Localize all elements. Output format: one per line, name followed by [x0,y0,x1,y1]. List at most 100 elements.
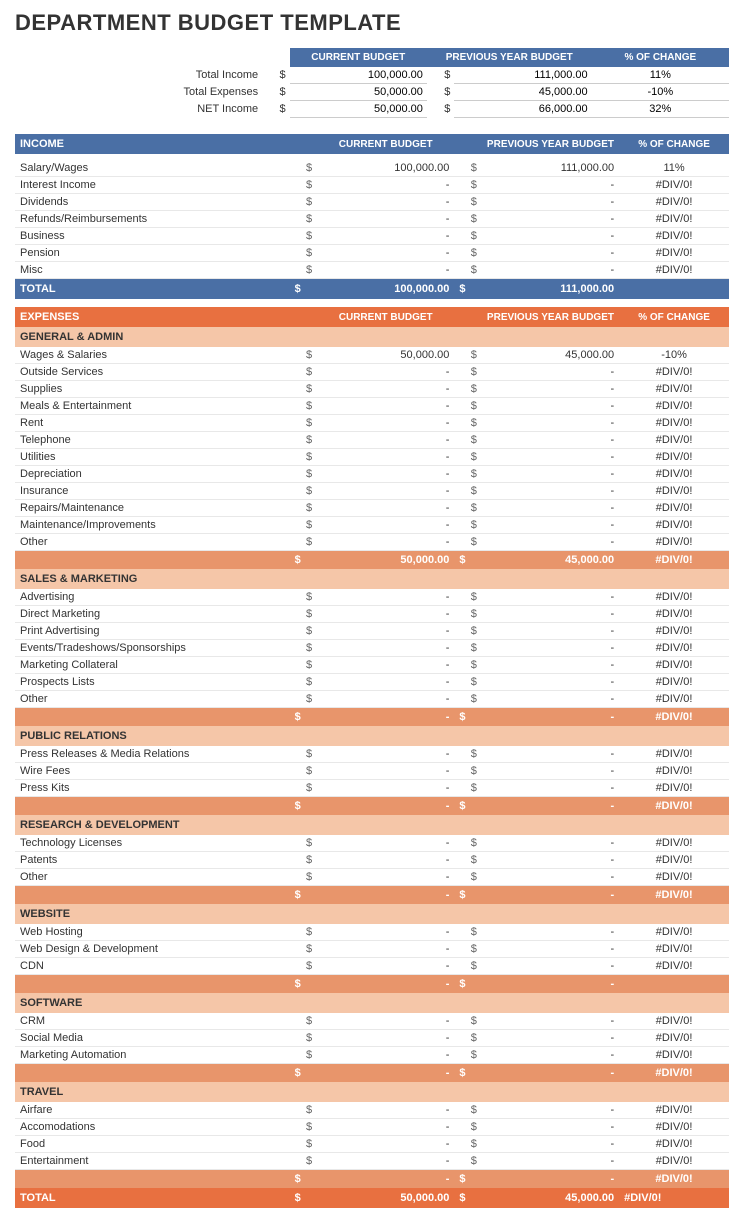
expenses-prev-val: - [482,381,619,398]
expenses-prev-val: - [482,466,619,483]
expenses-pct: #DIV/0! [619,1119,729,1136]
expenses-row-label: Patents [15,852,290,869]
expenses-prev-dollar: $ [454,691,481,708]
expenses-curr-val: - [317,958,454,975]
expenses-curr-val: - [317,415,454,432]
expenses-curr-dollar: $ [290,1013,317,1030]
expenses-row-label: Entertainment [15,1153,290,1170]
income-row: Salary/Wages $ 100,000.00 $ 111,000.00 1… [15,160,729,177]
income-pct: #DIV/0! [619,211,729,228]
expenses-curr-dollar: $ [290,1047,317,1064]
income-prev-dollar: $ [454,177,481,194]
income-total-pct [619,279,729,300]
income-total-curr-dollar: $ [290,279,317,300]
expenses-pct: #DIV/0! [619,483,729,500]
expenses-prev-dollar: $ [454,1047,481,1064]
expenses-row: Airfare $ - $ - #DIV/0! [15,1102,729,1119]
expenses-row-label: Direct Marketing [15,606,290,623]
expenses-row: Social Media $ - $ - #DIV/0! [15,1030,729,1047]
expenses-subtotal-prev: - [482,886,619,905]
expenses-subtotal-curr: - [317,1170,454,1189]
expenses-curr-dollar: $ [290,364,317,381]
summary-pct: -10% [592,84,729,101]
expenses-subtotal-prev: - [482,975,619,994]
expenses-curr-val: - [317,780,454,797]
summary-curr-val: 50,000.00 [290,84,427,101]
expenses-row-label: Advertising [15,589,290,606]
expenses-pct: #DIV/0! [619,1013,729,1030]
expenses-row-label: CRM [15,1013,290,1030]
summary-curr-dollar: $ [262,101,289,118]
expenses-row: CDN $ - $ - #DIV/0! [15,958,729,975]
expenses-prev-val: - [482,1013,619,1030]
expenses-row-label: Social Media [15,1030,290,1047]
expenses-prev-dollar: $ [454,1153,481,1170]
summary-prev-val: 66,000.00 [454,101,591,118]
expenses-prev-dollar: $ [454,746,481,763]
expenses-section-header: EXPENSES CURRENT BUDGET PREVIOUS YEAR BU… [15,307,729,327]
income-pct: #DIV/0! [619,194,729,211]
expenses-curr-val: - [317,691,454,708]
expenses-subtotal-label [15,708,290,727]
expenses-prev-dollar: $ [454,763,481,780]
expenses-prev-dollar: $ [454,381,481,398]
expenses-row-label: Outside Services [15,364,290,381]
expenses-subtotal-prev: - [482,1170,619,1189]
expenses-subtotal-label [15,1064,290,1083]
income-row: Pension $ - $ - #DIV/0! [15,245,729,262]
expenses-curr-val: - [317,746,454,763]
expenses-row-label: Utilities [15,449,290,466]
expenses-subtotal-prev-dollar: $ [454,551,481,570]
expenses-row: Outside Services $ - $ - #DIV/0! [15,364,729,381]
expenses-subtotal-curr-dollar: $ [290,886,317,905]
expenses-row: Accomodations $ - $ - #DIV/0! [15,1119,729,1136]
expenses-curr-dollar: $ [290,449,317,466]
expenses-prev-val: - [482,1030,619,1047]
expenses-row: Events/Tradeshows/Sponsorships $ - $ - #… [15,640,729,657]
expenses-prev-dollar: $ [454,869,481,886]
expenses-prev-dollar: $ [454,398,481,415]
expenses-pct: #DIV/0! [619,381,729,398]
expenses-subsection-header: RESEARCH & DEVELOPMENT [15,815,729,835]
expenses-subtotal-curr-dollar: $ [290,797,317,816]
expenses-subtotal-row: $ 50,000.00 $ 45,000.00 #DIV/0! [15,551,729,570]
expenses-curr-dollar: $ [290,657,317,674]
expenses-prev-val: - [482,691,619,708]
expenses-subtotal-curr: - [317,975,454,994]
expenses-subsection-label: PUBLIC RELATIONS [15,726,729,746]
expenses-curr-dollar: $ [290,415,317,432]
expenses-pct: #DIV/0! [619,780,729,797]
income-prev-val: - [482,211,619,228]
expenses-prev-val: - [482,941,619,958]
summary-curr-dollar: $ [262,67,289,84]
expenses-total-pct: #DIV/0! [619,1188,729,1208]
expenses-row: Repairs/Maintenance $ - $ - #DIV/0! [15,500,729,517]
income-pct: #DIV/0! [619,262,729,279]
expenses-subtotal-curr: 50,000.00 [317,551,454,570]
expenses-pct: #DIV/0! [619,852,729,869]
expenses-prev-val: - [482,958,619,975]
expenses-subtotal-row: $ - $ - #DIV/0! [15,1170,729,1189]
expenses-row: Telephone $ - $ - #DIV/0! [15,432,729,449]
expenses-total-row: TOTAL $ 50,000.00 $ 45,000.00 #DIV/0! [15,1188,729,1208]
expenses-row-label: Repairs/Maintenance [15,500,290,517]
expenses-pct: #DIV/0! [619,415,729,432]
expenses-row-label: Print Advertising [15,623,290,640]
expenses-curr-dollar: $ [290,534,317,551]
expenses-curr-val: - [317,1047,454,1064]
expenses-prev-dollar: $ [454,1013,481,1030]
expenses-curr-val: - [317,449,454,466]
summary-col-previous: PREVIOUS YEAR BUDGET [427,48,592,67]
expenses-subtotal-label [15,551,290,570]
expenses-prev-val: - [482,924,619,941]
expenses-row-label: Wire Fees [15,763,290,780]
expenses-curr-dollar: $ [290,1030,317,1047]
expenses-prev-dollar: $ [454,852,481,869]
expenses-curr-dollar: $ [290,746,317,763]
expenses-subtotal-curr-dollar: $ [290,708,317,727]
expenses-prev-dollar: $ [454,500,481,517]
expenses-prev-val: - [482,852,619,869]
expenses-curr-dollar: $ [290,780,317,797]
expenses-curr-dollar: $ [290,674,317,691]
income-table: INCOME CURRENT BUDGET PREVIOUS YEAR BUDG… [15,134,729,299]
